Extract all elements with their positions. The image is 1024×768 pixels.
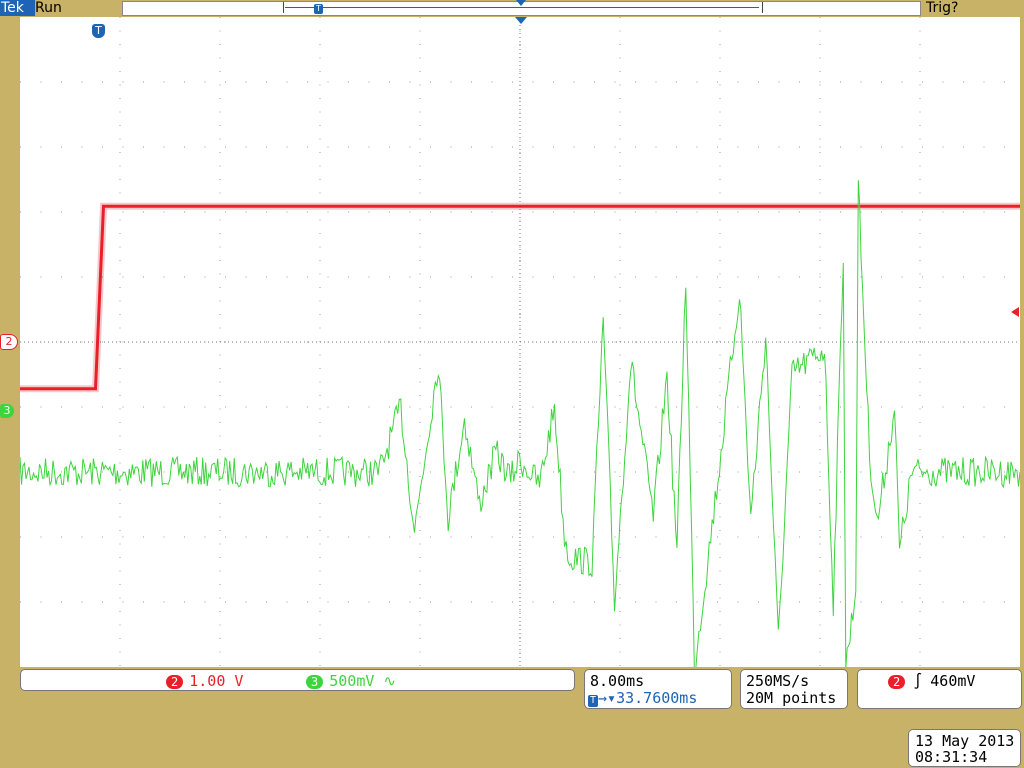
- sample-rate: 250MS/s: [746, 672, 810, 690]
- ch3-badge: 3: [306, 675, 324, 689]
- timebase-scale: 8.00ms: [590, 672, 645, 690]
- record-trigger-marker: T: [314, 4, 323, 14]
- ch3-scale: 500mV: [329, 672, 375, 690]
- record-length: 20M points: [746, 689, 837, 707]
- acquisition-panel[interactable]: 250MS/s 20M points: [740, 669, 848, 709]
- waveform-chart: [20, 17, 1020, 667]
- ch3-ground-marker: 3: [0, 404, 14, 418]
- center-time-arrow-icon: [515, 17, 527, 24]
- channel-scale-panel[interactable]: 2 1.00 V 3 500mV ∿: [20, 669, 575, 691]
- trigger-level: 460mV: [930, 672, 976, 690]
- trigger-position-arrow-icon: →▾: [598, 689, 617, 707]
- plot-area: [20, 17, 1020, 667]
- timebase-panel[interactable]: 8.00ms T →▾33.7600ms: [584, 669, 732, 709]
- datetime-panel: 13 May 2013 08:31:34: [908, 729, 1021, 767]
- record-center-arrow-icon: [516, 0, 526, 6]
- trigger-status: Trig?: [926, 0, 959, 16]
- record-view-line: [285, 7, 759, 8]
- trigger-time-marker: T: [92, 24, 105, 38]
- time-label: 08:31:34: [915, 748, 988, 766]
- ac-coupling-icon: ∿: [383, 672, 396, 690]
- ch2-ground-marker: 2: [0, 334, 18, 350]
- trigger-panel[interactable]: 2 ∫ 460mV: [857, 669, 1022, 709]
- brand-logo: Tek: [0, 0, 35, 16]
- acquisition-status: Run: [35, 0, 62, 16]
- ch2-scale: 1.00 V: [189, 672, 244, 690]
- trigger-source-badge: 2: [888, 675, 906, 689]
- ch2-badge: 2: [166, 675, 184, 689]
- rising-edge-icon: ∫: [913, 672, 923, 690]
- trigger-level-arrow-icon: [1011, 307, 1019, 317]
- trigger-position: 33.7600ms: [616, 689, 698, 707]
- trigger-position-icon: T: [588, 695, 599, 707]
